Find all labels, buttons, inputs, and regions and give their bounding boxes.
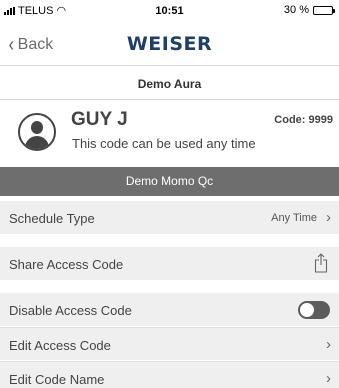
toggle-knob — [300, 303, 314, 317]
schedule-type-label: Schedule Type — [9, 211, 95, 226]
user-name: GUY J — [71, 109, 128, 130]
chevron-right-icon: › — [326, 370, 331, 387]
edit-access-code-row[interactable]: Edit Access Code › — [0, 327, 339, 360]
section-header: Demo Momo Qc — [0, 167, 339, 196]
nav-bar: ‹ Back WEISER — [0, 24, 339, 66]
user-description: This code can be used any time — [72, 136, 256, 151]
access-code: Code: 9999 — [274, 114, 333, 126]
chevron-right-icon: › — [326, 336, 331, 353]
user-avatar-icon — [18, 113, 56, 151]
edit-code-name-label: Edit Code Name — [9, 372, 105, 387]
share-icon[interactable] — [314, 253, 328, 273]
schedule-type-row[interactable]: Schedule Type Any Time › — [0, 201, 339, 234]
chevron-right-icon: › — [326, 209, 331, 226]
disable-access-code-label: Disable Access Code — [9, 303, 132, 318]
user-info: GUY J This code can be used any time Cod… — [0, 101, 339, 159]
disable-access-code-toggle[interactable] — [298, 301, 330, 319]
edit-code-name-row[interactable]: Edit Code Name › — [0, 361, 339, 388]
battery-percent: 30 % — [283, 4, 309, 16]
status-bar: TELUS ◠ 10:51 30 % — [0, 0, 339, 22]
status-right: 30 % — [283, 4, 335, 16]
share-access-code-label: Share Access Code — [9, 257, 124, 272]
share-access-code-row[interactable]: Share Access Code — [0, 247, 339, 280]
edit-access-code-label: Edit Access Code — [9, 338, 111, 353]
weiser-logo: WEISER — [126, 33, 213, 55]
battery-icon — [313, 5, 335, 15]
schedule-type-value: Any Time — [271, 212, 317, 224]
lock-name-title: Demo Aura — [0, 67, 339, 100]
disable-access-code-row: Disable Access Code — [0, 293, 339, 326]
